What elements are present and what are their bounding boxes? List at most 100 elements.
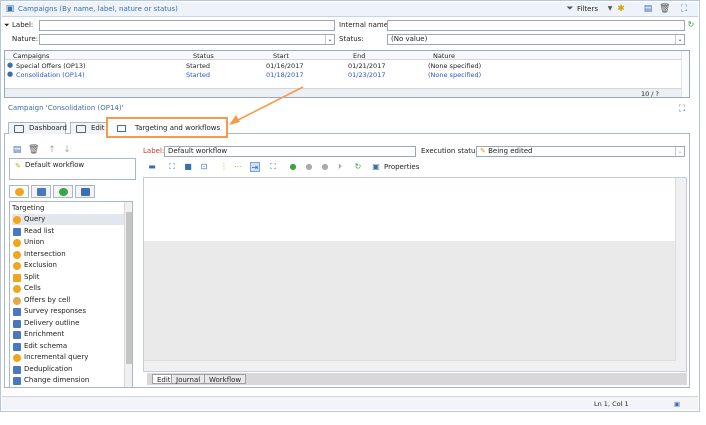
filter-icon[interactable]: ⏷ <box>565 4 575 14</box>
palette-item-edit-schema[interactable]: Edit schema <box>12 341 124 352</box>
workflow-list: ✎ Default workflow <box>9 158 136 180</box>
status-bar: Ln 1, Col 1 ▣ <box>2 396 698 410</box>
new-icon[interactable]: ▤ <box>643 4 653 14</box>
col-campaigns[interactable]: Campaigns <box>13 52 49 60</box>
flow-icon <box>37 188 46 196</box>
pencil-icon: ✎ <box>480 147 489 155</box>
tab-flow-control[interactable] <box>31 185 51 198</box>
list-title: Campaigns (By name, label, nature or sta… <box>18 5 178 13</box>
exec-status-field: ✎ Being edited ⌄ <box>476 146 685 157</box>
internal-name-label: Internal name: <box>339 21 391 29</box>
properties-button[interactable]: Properties <box>384 162 419 172</box>
palette-item-change-dimension[interactable]: Change dimension <box>12 375 124 386</box>
zoom-icon[interactable]: ■ <box>183 162 193 172</box>
palette-item-survey-responses[interactable]: Survey responses <box>12 306 124 317</box>
col-end[interactable]: End <box>353 52 365 60</box>
folder-icon: ▣ <box>5 4 15 14</box>
new-workflow-icon[interactable]: ▤ <box>12 145 22 155</box>
tab-events[interactable] <box>75 185 95 198</box>
canvas-area[interactable] <box>144 178 676 241</box>
chevron-down-icon: ⌄ <box>675 147 684 156</box>
table-row[interactable]: ● Consolidation (OP14) Started 01/18/201… <box>5 70 689 79</box>
label-filter-input[interactable] <box>39 20 335 31</box>
campaign-title: Campaign 'Consolidation (OP14)' <box>8 104 124 112</box>
cell-nature: (None specified) <box>428 62 482 70</box>
zoom-fit-icon[interactable]: ⛶ <box>167 162 177 172</box>
col-start[interactable]: Start <box>273 52 289 60</box>
tab-journal[interactable]: Journal <box>171 374 206 384</box>
palette-item-delivery-outline[interactable]: Delivery outline <box>12 318 124 329</box>
delete-icon[interactable]: 🗑 <box>659 4 670 14</box>
activity-palette: Targeting Query Read list Union Intersec… <box>9 201 133 388</box>
start-icon[interactable]: ● <box>288 162 298 172</box>
layout-icon[interactable]: ▬ <box>147 162 157 172</box>
expand-icon[interactable]: ⛶ <box>679 4 689 14</box>
tab-edit[interactable]: Edit <box>70 122 108 134</box>
campaign-icon: ● <box>7 70 14 78</box>
deduplication-icon <box>13 366 21 374</box>
workflow-canvas[interactable] <box>143 177 687 372</box>
refresh-icon[interactable]: ↻ <box>686 20 696 30</box>
link-mode-icon[interactable]: ⇥ <box>250 162 260 172</box>
expand-icon[interactable]: ⛶ <box>677 104 687 114</box>
palette-item-union[interactable]: Union <box>12 237 124 248</box>
select-mode-icon[interactable]: ⛶ <box>268 162 278 172</box>
filters-button[interactable]: Filters <box>577 5 598 13</box>
tab-targeting-palette[interactable] <box>9 185 29 198</box>
grid-scrollbar[interactable] <box>681 51 689 97</box>
palette-item-deduplication[interactable]: Deduplication <box>12 364 124 375</box>
palette-item-exclusion[interactable]: Exclusion <box>12 260 124 271</box>
canvas-horizontal-scrollbar[interactable] <box>144 360 676 371</box>
stop-icon[interactable]: ● <box>320 162 330 172</box>
label-filter-label: Label: <box>12 21 34 29</box>
tab-actions[interactable] <box>53 185 73 198</box>
exec-status-label: Execution status: <box>421 147 482 155</box>
chevron-down-icon[interactable]: ▼ <box>605 4 615 14</box>
palette-item-split[interactable]: Split <box>12 272 124 283</box>
internal-name-input[interactable] <box>387 20 685 31</box>
tab-targeting-workflows[interactable]: Targeting and workflows <box>106 117 228 138</box>
palette-item-intersection[interactable]: Intersection <box>12 249 124 260</box>
cells-icon <box>13 285 21 293</box>
campaign-icon: ● <box>7 61 14 69</box>
edit-schema-icon <box>13 343 21 351</box>
nature-label: Nature: <box>12 35 39 43</box>
palette-item-query[interactable]: Query <box>12 214 124 225</box>
survey-icon <box>13 308 21 316</box>
tab-workflow[interactable]: Workflow <box>204 374 247 384</box>
status-select[interactable]: (No value) ⌄ <box>387 34 685 45</box>
step-icon[interactable]: ⏵ <box>335 162 345 172</box>
vertical-dots-icon[interactable]: ⋮ <box>219 162 229 172</box>
editor-tabs: Edit Journal Workflow <box>147 373 687 385</box>
enrichment-icon <box>13 331 21 339</box>
status-label: Status: <box>339 35 364 43</box>
wf-label-input[interactable]: Default workflow <box>164 146 416 157</box>
tab-dashboard[interactable]: Dashboard <box>8 122 67 134</box>
cursor-position: Ln 1, Col 1 <box>594 400 629 408</box>
delivery-outline-icon <box>13 320 21 328</box>
col-status[interactable]: Status <box>193 52 214 60</box>
workflow-list-item[interactable]: Default workflow <box>25 161 84 169</box>
move-down-icon[interactable]: ↓ <box>62 145 72 155</box>
col-nature[interactable]: Nature <box>433 52 455 60</box>
horizontal-dots-icon[interactable]: ⋯ <box>233 162 243 172</box>
palette-item-offers-by-cell[interactable]: Offers by cell <box>12 295 124 306</box>
palette-item-cells[interactable]: Cells <box>12 283 124 294</box>
refresh-icon[interactable]: ↻ <box>353 162 363 172</box>
palette-scroll-thumb[interactable] <box>126 212 132 364</box>
move-up-icon[interactable]: ↑ <box>47 145 57 155</box>
table-row[interactable]: ● Special Offers (OP13) Started 01/16/20… <box>5 61 689 70</box>
pause-icon[interactable]: ● <box>304 162 314 172</box>
settings-icon[interactable]: ✱ <box>616 4 626 14</box>
palette-item-read-list[interactable]: Read list <box>12 226 124 237</box>
campaign-grid: Campaigns Status Start End Nature ● Spec… <box>4 50 690 98</box>
palette-scrollbar[interactable] <box>124 202 132 387</box>
nature-select[interactable]: ⌄ <box>39 34 335 45</box>
palette-item-enrichment[interactable]: Enrichment <box>12 329 124 340</box>
palette-item-incremental-query[interactable]: Incremental query <box>12 352 124 363</box>
canvas-vertical-scrollbar[interactable] <box>675 178 686 371</box>
status-value: (No value) <box>391 35 428 43</box>
properties-icon[interactable]: ▣ <box>371 162 381 172</box>
delete-icon[interactable]: 🗑 <box>28 145 39 155</box>
zoom-out-icon[interactable]: ⊡ <box>199 162 209 172</box>
